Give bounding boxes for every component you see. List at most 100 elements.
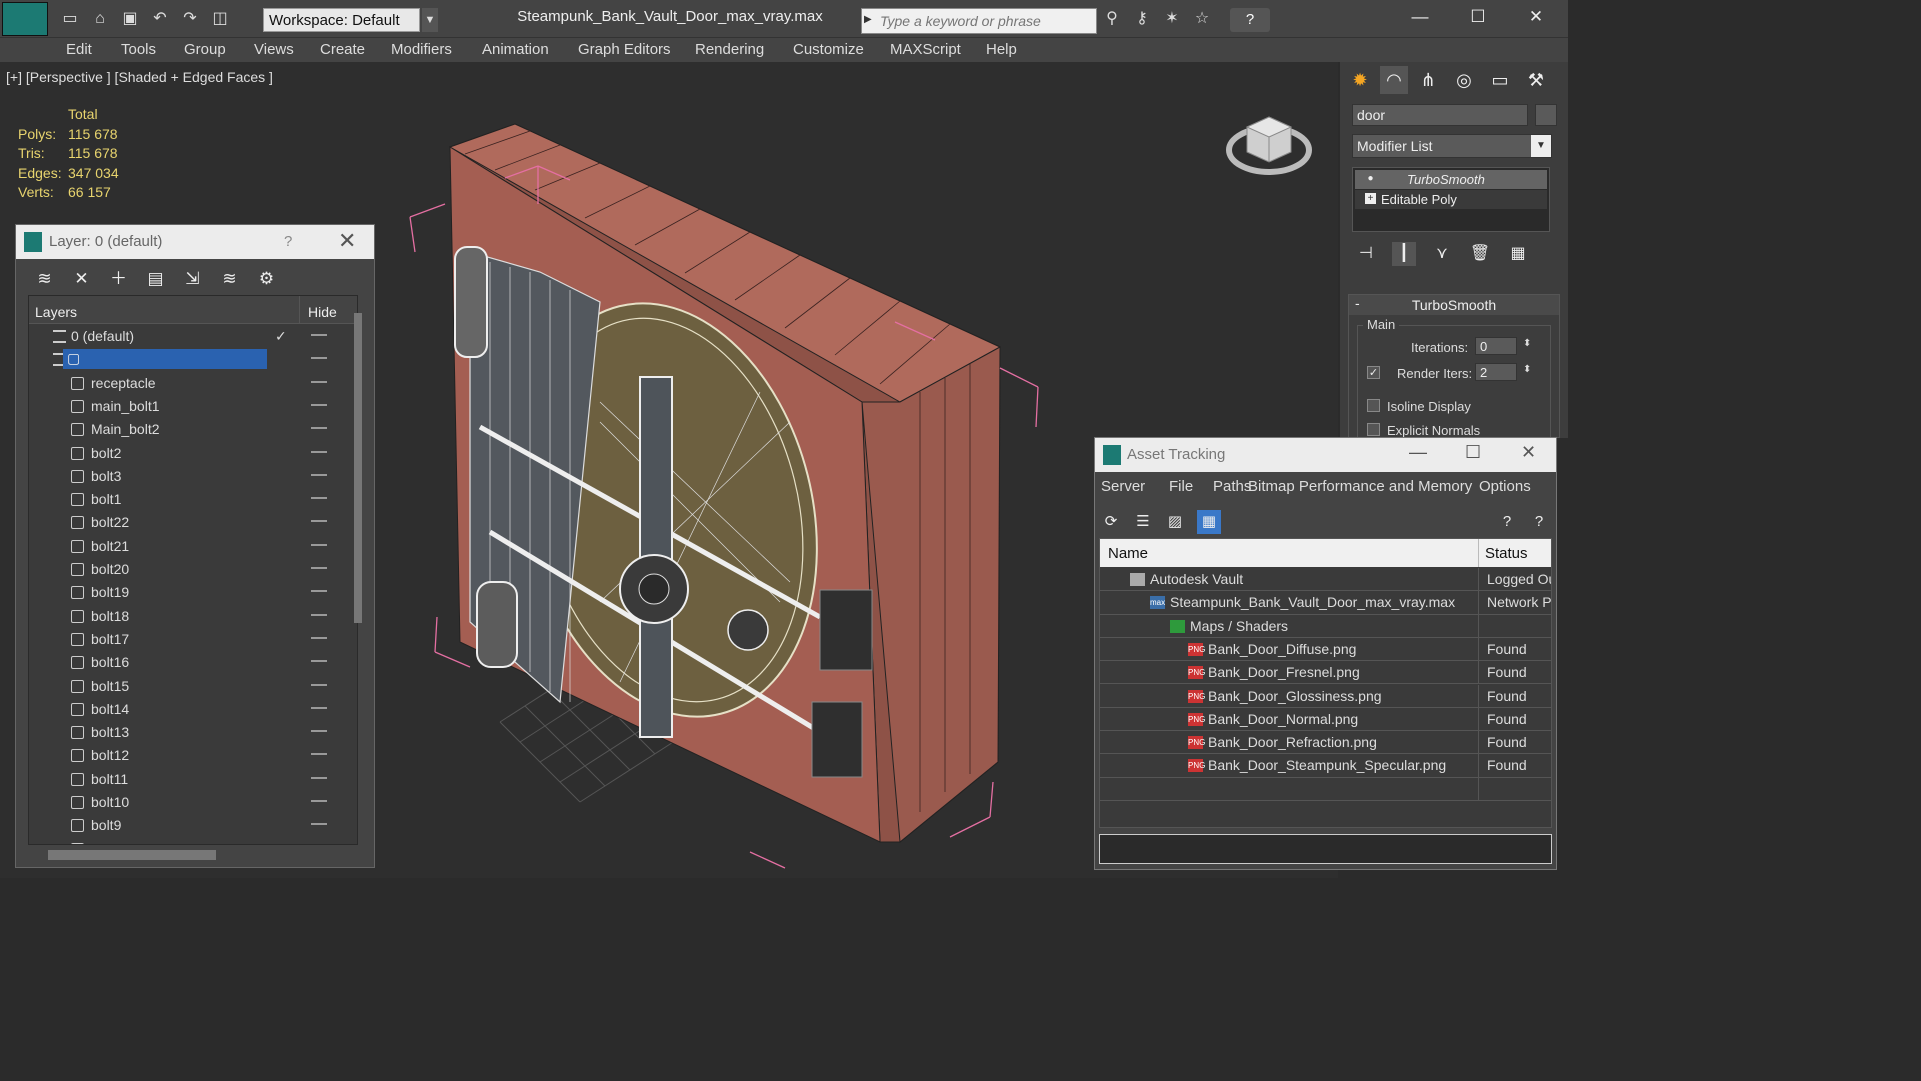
hide-toggle[interactable] — [311, 636, 327, 639]
modify-tab-icon[interactable]: ◠ — [1380, 66, 1408, 94]
lightbulb-icon[interactable]: ● — [1365, 173, 1376, 184]
menu-create[interactable]: Create — [320, 41, 365, 58]
hide-toggle[interactable] — [311, 380, 327, 383]
remove-modifier-icon[interactable]: 🗑 — [1468, 242, 1492, 266]
close-icon[interactable]: ✕ — [1519, 6, 1553, 28]
menu-graph-editors[interactable]: Graph Editors — [578, 41, 671, 58]
iterations-spinner[interactable]: 0 — [1475, 337, 1517, 355]
layer-row[interactable]: bolt1 — [29, 488, 349, 511]
help-icon[interactable]: ? — [284, 233, 292, 250]
configure-sets-icon[interactable]: ▦ — [1506, 242, 1530, 266]
menu-animation[interactable]: Animation — [482, 41, 549, 58]
layer-row[interactable]: bolt17 — [29, 628, 349, 651]
menu-rendering[interactable]: Rendering — [695, 41, 764, 58]
render-iters-checkbox[interactable]: ✓ — [1367, 366, 1380, 379]
menu-edit[interactable]: Edit — [66, 41, 92, 58]
refresh-icon[interactable]: ⟳ — [1099, 510, 1123, 534]
modifier-list-dropdown[interactable]: Modifier List ▼ — [1352, 134, 1552, 158]
make-unique-icon[interactable]: ⋎ — [1430, 242, 1454, 266]
maximize-icon[interactable]: ☐ — [1461, 6, 1495, 28]
rollout-header[interactable]: - TurboSmooth — [1349, 295, 1559, 315]
pin-stack-icon[interactable]: ⊣ — [1354, 242, 1378, 266]
set-current-layer-icon[interactable]: ≋ — [217, 267, 242, 291]
search-input[interactable] — [878, 9, 1094, 33]
menu-tools[interactable]: Tools — [121, 41, 156, 58]
collapse-icon[interactable]: - — [1355, 295, 1360, 311]
asset-path-field[interactable] — [1099, 834, 1552, 864]
asset-menu-server[interactable]: Server — [1101, 478, 1145, 495]
minimize-icon[interactable]: — — [1409, 442, 1427, 463]
close-icon[interactable]: ✕ — [1521, 442, 1536, 463]
hide-toggle[interactable] — [311, 520, 327, 523]
asset-menu-file[interactable]: File — [1169, 478, 1193, 495]
layer-row[interactable]: Main_bolt2 — [29, 418, 349, 441]
col-hide[interactable]: Hide — [299, 296, 343, 324]
show-end-result-icon[interactable]: ┃ — [1392, 242, 1416, 266]
add-icon[interactable]: ＋ — [106, 267, 131, 291]
spinner-arrows-icon[interactable]: ⬍ — [1523, 364, 1531, 375]
hide-toggle[interactable] — [311, 567, 327, 569]
hide-toggle[interactable] — [311, 753, 327, 756]
view-cube[interactable] — [1225, 102, 1315, 182]
spinner-arrows-icon[interactable]: ⬍ — [1523, 338, 1531, 349]
expand-plus-icon[interactable]: + — [1365, 193, 1376, 204]
col-status[interactable]: Status — [1478, 539, 1528, 567]
hide-toggle[interactable] — [311, 357, 327, 360]
asset-menu-bitmap[interactable]: Bitmap Performance and Memory — [1248, 478, 1472, 495]
asset-row[interactable]: max Steampunk_Bank_Vault_Door_max_vray.ma… — [1100, 591, 1551, 615]
asset-menu-options[interactable]: Options — [1479, 478, 1531, 495]
hide-toggle[interactable] — [311, 543, 327, 546]
help-icon[interactable]: ? — [1230, 8, 1270, 32]
layer-row[interactable]: bolt16 — [29, 651, 349, 674]
layer-row[interactable]: bolt14 — [29, 698, 349, 721]
create-layer-icon[interactable]: ≋ — [32, 267, 57, 291]
minimize-icon[interactable]: — — [1403, 6, 1437, 28]
layer-row[interactable]: bolt13 — [29, 721, 349, 744]
project-icon[interactable]: ◫ — [208, 8, 232, 30]
asset-row[interactable]: Maps / Shaders — [1100, 614, 1551, 638]
close-icon[interactable]: ✕ — [338, 228, 356, 254]
asset-row[interactable]: PNG Bank_Door_Glossiness.png Found — [1100, 684, 1551, 708]
layer-row[interactable]: bolt10 — [29, 791, 349, 814]
stack-item-turbosmooth[interactable]: ● TurboSmooth — [1355, 170, 1547, 189]
hide-toggle[interactable] — [311, 706, 327, 709]
motion-tab-icon[interactable]: ◎ — [1450, 66, 1478, 94]
vertical-scrollbar[interactable] — [354, 313, 362, 623]
asset-menu-paths[interactable]: Paths — [1213, 478, 1251, 495]
search-expand-icon[interactable]: ▶ — [864, 14, 872, 25]
key-icon[interactable]: ⚷ — [1131, 8, 1153, 30]
select-layer-icon[interactable]: ⇲ — [180, 267, 205, 291]
menu-modifiers[interactable]: Modifiers — [391, 41, 452, 58]
hide-toggle[interactable] — [311, 683, 327, 686]
asset-row[interactable]: PNG Bank_Door_Diffuse.png Found — [1100, 637, 1551, 662]
save-icon[interactable]: ▣ — [118, 8, 142, 30]
asset-row[interactable]: PNG Bank_Door_Normal.png Found — [1100, 707, 1551, 732]
select-objects-icon[interactable]: ▤ — [143, 267, 168, 291]
explicit-normals-checkbox[interactable] — [1367, 423, 1380, 436]
layer-row[interactable]: bolt18 — [29, 605, 349, 628]
layer-row[interactable]: bolt8 — [29, 838, 349, 844]
col-layers[interactable]: Layers — [35, 304, 77, 320]
menu-group[interactable]: Group — [184, 41, 226, 58]
list-view-icon[interactable]: ☰ — [1131, 510, 1155, 534]
stack-item-editable-poly[interactable]: + Editable Poly — [1355, 190, 1547, 209]
menu-maxscript[interactable]: MAXScript — [890, 41, 961, 58]
layer-row[interactable]: bolt3 — [29, 465, 349, 488]
context-help-icon[interactable]: ? — [1527, 510, 1551, 534]
col-name[interactable]: Name — [1108, 545, 1148, 562]
workspace-menu-icon[interactable]: ▼ — [422, 8, 438, 32]
layer-row[interactable]: bolt19 — [29, 581, 349, 604]
render-iters-spinner[interactable]: 2 — [1475, 363, 1517, 381]
layer-row[interactable]: receptacle — [29, 372, 349, 395]
layer-row[interactable]: bolt2 — [29, 442, 349, 465]
create-tab-icon[interactable]: ✹ — [1346, 66, 1374, 94]
hide-toggle[interactable] — [311, 473, 327, 476]
hide-toggle[interactable] — [311, 427, 327, 430]
isoline-checkbox[interactable] — [1367, 399, 1380, 412]
vault-help-icon[interactable]: ? — [1495, 510, 1519, 534]
hide-toggle[interactable] — [311, 613, 327, 616]
layer-panel-header[interactable]: Layer: 0 (default) ? ✕ — [16, 225, 374, 259]
favorites-star-icon[interactable]: ☆ — [1191, 8, 1213, 30]
menu-customize[interactable]: Customize — [793, 41, 864, 58]
utilities-tab-icon[interactable]: ⚒ — [1522, 66, 1550, 94]
